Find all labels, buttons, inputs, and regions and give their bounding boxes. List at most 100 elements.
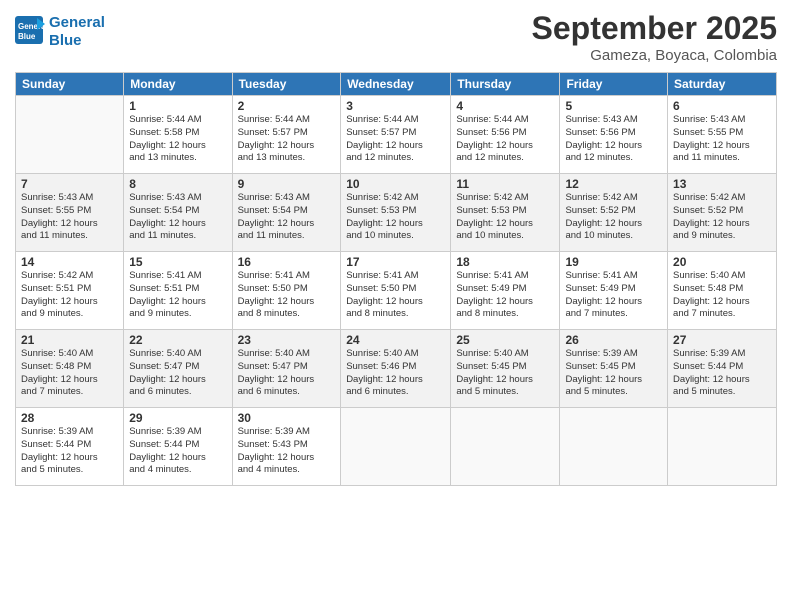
calendar-header-row: Sunday Monday Tuesday Wednesday Thursday… [16, 73, 777, 96]
day-number: 27 [673, 333, 771, 347]
day-info: Sunrise: 5:39 AM Sunset: 5:44 PM Dayligh… [129, 426, 226, 477]
day-number: 20 [673, 255, 771, 269]
calendar-week-row-0: 1Sunrise: 5:44 AM Sunset: 5:58 PM Daylig… [16, 96, 777, 174]
day-info: Sunrise: 5:44 AM Sunset: 5:56 PM Dayligh… [456, 114, 554, 165]
day-number: 30 [238, 411, 336, 425]
day-info: Sunrise: 5:40 AM Sunset: 5:48 PM Dayligh… [21, 348, 118, 399]
calendar-cell-w3-d5: 26Sunrise: 5:39 AM Sunset: 5:45 PM Dayli… [560, 330, 668, 408]
day-number: 16 [238, 255, 336, 269]
day-number: 4 [456, 99, 554, 113]
day-number: 14 [21, 255, 118, 269]
logo-text-line1: General [49, 14, 105, 32]
day-number: 8 [129, 177, 226, 191]
day-info: Sunrise: 5:41 AM Sunset: 5:49 PM Dayligh… [565, 270, 662, 321]
calendar-cell-w2-d2: 16Sunrise: 5:41 AM Sunset: 5:50 PM Dayli… [232, 252, 341, 330]
day-number: 26 [565, 333, 662, 347]
day-info: Sunrise: 5:44 AM Sunset: 5:57 PM Dayligh… [346, 114, 445, 165]
calendar-cell-w1-d5: 12Sunrise: 5:42 AM Sunset: 5:52 PM Dayli… [560, 174, 668, 252]
header-saturday: Saturday [668, 73, 777, 96]
day-info: Sunrise: 5:41 AM Sunset: 5:51 PM Dayligh… [129, 270, 226, 321]
day-info: Sunrise: 5:41 AM Sunset: 5:50 PM Dayligh… [346, 270, 445, 321]
header-tuesday: Tuesday [232, 73, 341, 96]
calendar-week-row-4: 28Sunrise: 5:39 AM Sunset: 5:44 PM Dayli… [16, 408, 777, 486]
calendar-cell-w2-d5: 19Sunrise: 5:41 AM Sunset: 5:49 PM Dayli… [560, 252, 668, 330]
calendar-cell-w0-d6: 6Sunrise: 5:43 AM Sunset: 5:55 PM Daylig… [668, 96, 777, 174]
day-info: Sunrise: 5:39 AM Sunset: 5:44 PM Dayligh… [673, 348, 771, 399]
calendar-cell-w3-d1: 22Sunrise: 5:40 AM Sunset: 5:47 PM Dayli… [124, 330, 232, 408]
logo: General Blue General Blue [15, 14, 105, 50]
day-number: 1 [129, 99, 226, 113]
day-info: Sunrise: 5:41 AM Sunset: 5:50 PM Dayligh… [238, 270, 336, 321]
day-info: Sunrise: 5:43 AM Sunset: 5:54 PM Dayligh… [129, 192, 226, 243]
calendar-cell-w0-d1: 1Sunrise: 5:44 AM Sunset: 5:58 PM Daylig… [124, 96, 232, 174]
day-number: 3 [346, 99, 445, 113]
location: Gameza, Boyaca, Colombia [532, 47, 777, 64]
day-info: Sunrise: 5:43 AM Sunset: 5:56 PM Dayligh… [565, 114, 662, 165]
day-number: 10 [346, 177, 445, 191]
day-number: 13 [673, 177, 771, 191]
calendar-week-row-2: 14Sunrise: 5:42 AM Sunset: 5:51 PM Dayli… [16, 252, 777, 330]
day-info: Sunrise: 5:41 AM Sunset: 5:49 PM Dayligh… [456, 270, 554, 321]
calendar-cell-w4-d4 [451, 408, 560, 486]
day-info: Sunrise: 5:42 AM Sunset: 5:51 PM Dayligh… [21, 270, 118, 321]
day-info: Sunrise: 5:44 AM Sunset: 5:58 PM Dayligh… [129, 114, 226, 165]
calendar-cell-w1-d3: 10Sunrise: 5:42 AM Sunset: 5:53 PM Dayli… [341, 174, 451, 252]
calendar-cell-w0-d5: 5Sunrise: 5:43 AM Sunset: 5:56 PM Daylig… [560, 96, 668, 174]
day-info: Sunrise: 5:44 AM Sunset: 5:57 PM Dayligh… [238, 114, 336, 165]
calendar-cell-w2-d6: 20Sunrise: 5:40 AM Sunset: 5:48 PM Dayli… [668, 252, 777, 330]
day-number: 18 [456, 255, 554, 269]
calendar-week-row-1: 7Sunrise: 5:43 AM Sunset: 5:55 PM Daylig… [16, 174, 777, 252]
logo-text-line2: Blue [49, 32, 105, 50]
calendar-cell-w0-d4: 4Sunrise: 5:44 AM Sunset: 5:56 PM Daylig… [451, 96, 560, 174]
calendar-cell-w1-d6: 13Sunrise: 5:42 AM Sunset: 5:52 PM Dayli… [668, 174, 777, 252]
day-info: Sunrise: 5:39 AM Sunset: 5:45 PM Dayligh… [565, 348, 662, 399]
day-number: 9 [238, 177, 336, 191]
header-wednesday: Wednesday [341, 73, 451, 96]
calendar-cell-w2-d0: 14Sunrise: 5:42 AM Sunset: 5:51 PM Dayli… [16, 252, 124, 330]
day-number: 23 [238, 333, 336, 347]
calendar-cell-w4-d3 [341, 408, 451, 486]
day-number: 19 [565, 255, 662, 269]
calendar-week-row-3: 21Sunrise: 5:40 AM Sunset: 5:48 PM Dayli… [16, 330, 777, 408]
day-number: 25 [456, 333, 554, 347]
calendar-cell-w3-d4: 25Sunrise: 5:40 AM Sunset: 5:45 PM Dayli… [451, 330, 560, 408]
logo-icon: General Blue [15, 16, 45, 44]
day-number: 12 [565, 177, 662, 191]
day-info: Sunrise: 5:40 AM Sunset: 5:46 PM Dayligh… [346, 348, 445, 399]
header-friday: Friday [560, 73, 668, 96]
day-number: 7 [21, 177, 118, 191]
day-number: 29 [129, 411, 226, 425]
calendar-cell-w4-d5 [560, 408, 668, 486]
calendar-cell-w4-d2: 30Sunrise: 5:39 AM Sunset: 5:43 PM Dayli… [232, 408, 341, 486]
header-thursday: Thursday [451, 73, 560, 96]
header-sunday: Sunday [16, 73, 124, 96]
day-info: Sunrise: 5:40 AM Sunset: 5:48 PM Dayligh… [673, 270, 771, 321]
day-info: Sunrise: 5:40 AM Sunset: 5:45 PM Dayligh… [456, 348, 554, 399]
day-info: Sunrise: 5:43 AM Sunset: 5:54 PM Dayligh… [238, 192, 336, 243]
calendar-cell-w0-d0 [16, 96, 124, 174]
calendar-cell-w0-d2: 2Sunrise: 5:44 AM Sunset: 5:57 PM Daylig… [232, 96, 341, 174]
day-number: 5 [565, 99, 662, 113]
page: General Blue General Blue September 2025… [0, 0, 792, 612]
day-number: 17 [346, 255, 445, 269]
day-number: 2 [238, 99, 336, 113]
calendar-cell-w3-d3: 24Sunrise: 5:40 AM Sunset: 5:46 PM Dayli… [341, 330, 451, 408]
calendar-cell-w3-d2: 23Sunrise: 5:40 AM Sunset: 5:47 PM Dayli… [232, 330, 341, 408]
calendar-cell-w3-d0: 21Sunrise: 5:40 AM Sunset: 5:48 PM Dayli… [16, 330, 124, 408]
day-info: Sunrise: 5:39 AM Sunset: 5:44 PM Dayligh… [21, 426, 118, 477]
calendar-cell-w2-d1: 15Sunrise: 5:41 AM Sunset: 5:51 PM Dayli… [124, 252, 232, 330]
calendar-table: Sunday Monday Tuesday Wednesday Thursday… [15, 72, 777, 486]
calendar-cell-w2-d3: 17Sunrise: 5:41 AM Sunset: 5:50 PM Dayli… [341, 252, 451, 330]
day-number: 11 [456, 177, 554, 191]
day-number: 22 [129, 333, 226, 347]
calendar-cell-w1-d1: 8Sunrise: 5:43 AM Sunset: 5:54 PM Daylig… [124, 174, 232, 252]
calendar-cell-w1-d4: 11Sunrise: 5:42 AM Sunset: 5:53 PM Dayli… [451, 174, 560, 252]
calendar-cell-w1-d2: 9Sunrise: 5:43 AM Sunset: 5:54 PM Daylig… [232, 174, 341, 252]
day-info: Sunrise: 5:42 AM Sunset: 5:53 PM Dayligh… [346, 192, 445, 243]
day-info: Sunrise: 5:39 AM Sunset: 5:43 PM Dayligh… [238, 426, 336, 477]
day-info: Sunrise: 5:43 AM Sunset: 5:55 PM Dayligh… [21, 192, 118, 243]
calendar-cell-w0-d3: 3Sunrise: 5:44 AM Sunset: 5:57 PM Daylig… [341, 96, 451, 174]
month-title: September 2025 [532, 10, 777, 47]
calendar-cell-w2-d4: 18Sunrise: 5:41 AM Sunset: 5:49 PM Dayli… [451, 252, 560, 330]
day-info: Sunrise: 5:43 AM Sunset: 5:55 PM Dayligh… [673, 114, 771, 165]
